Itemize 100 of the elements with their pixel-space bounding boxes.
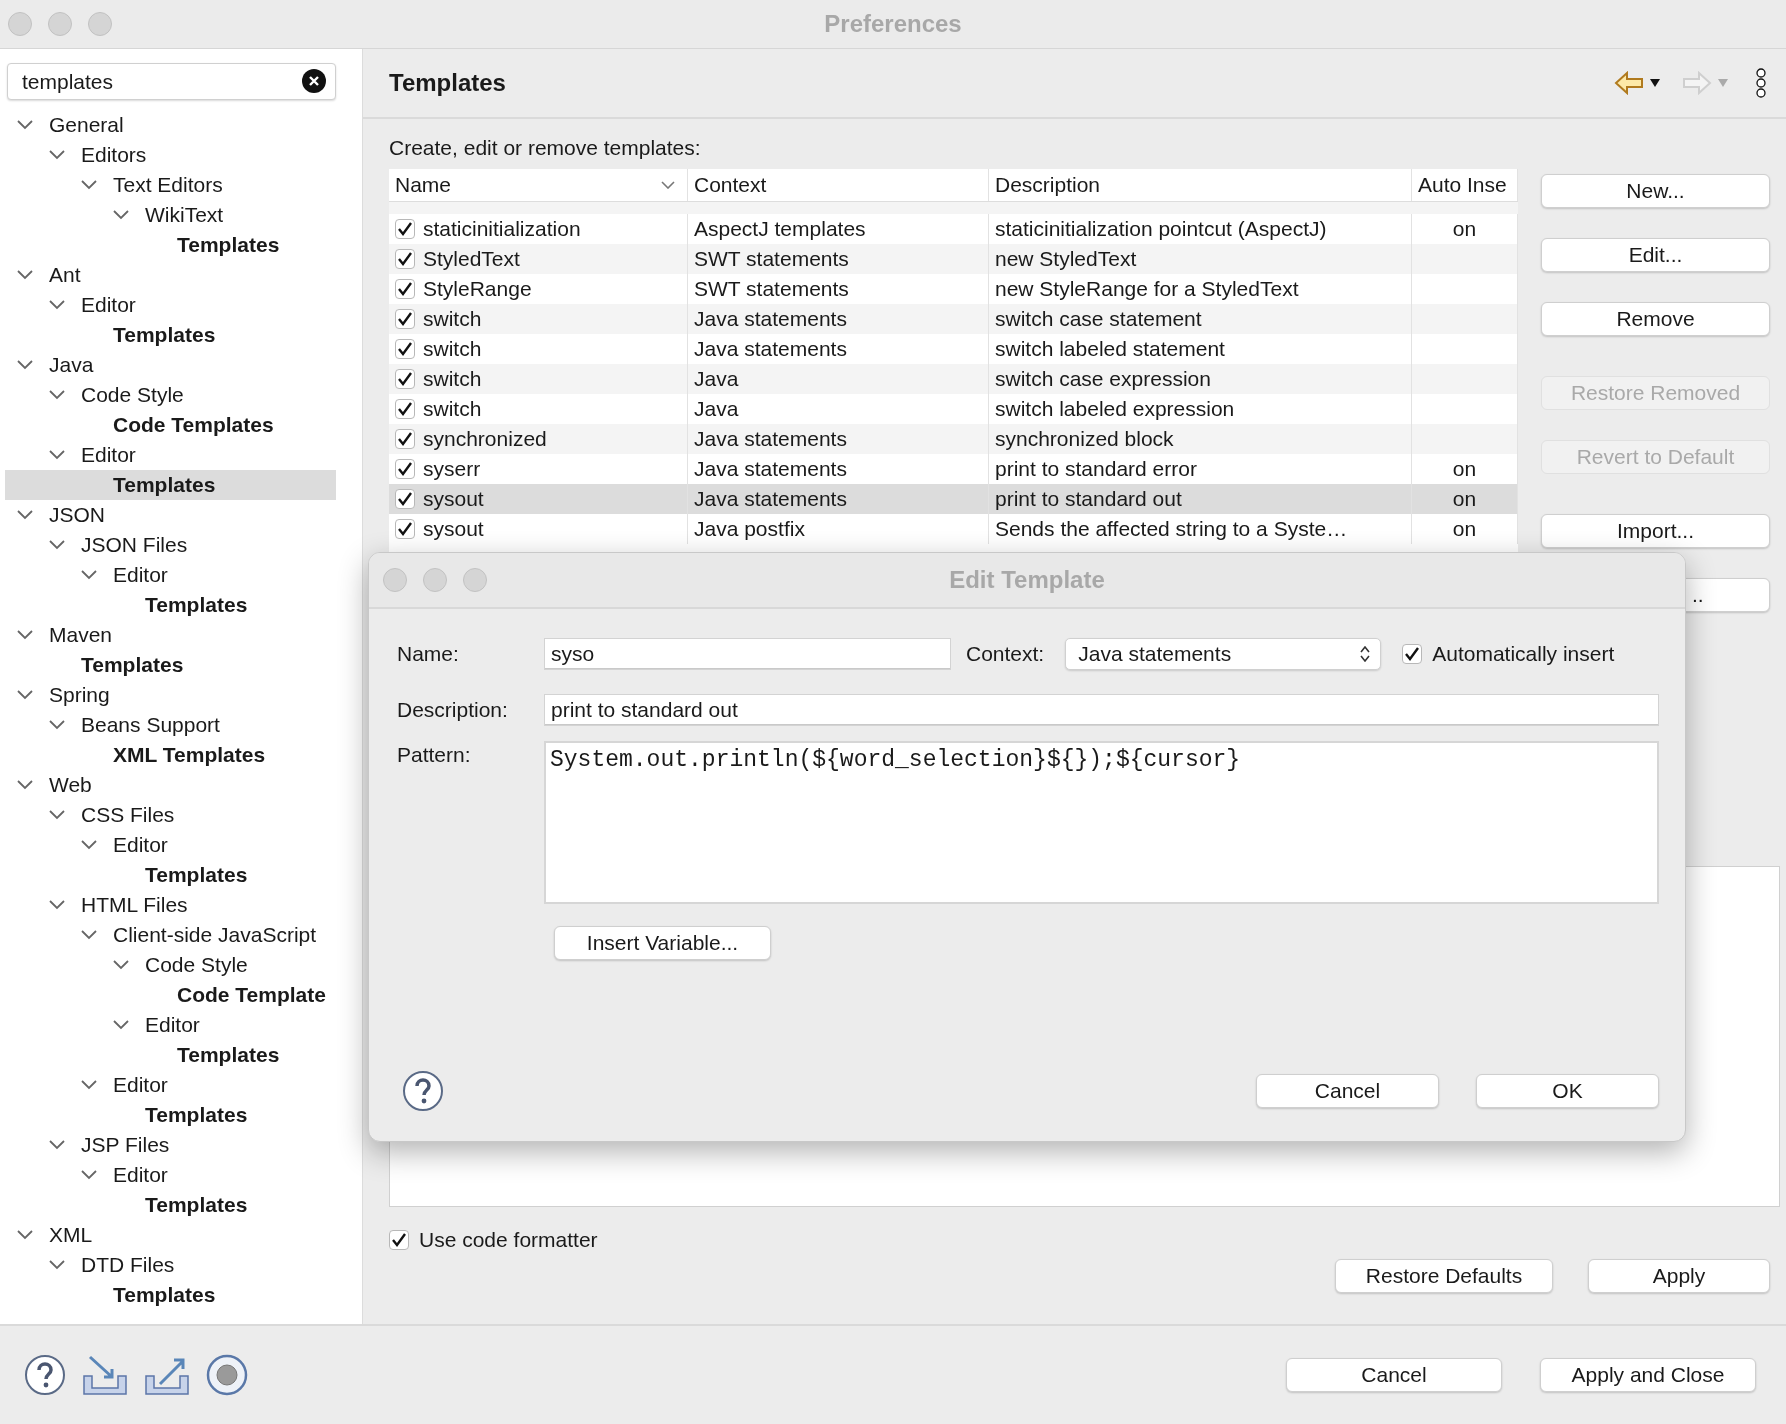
- chevron-icon[interactable]: [81, 930, 97, 940]
- checkbox[interactable]: [395, 429, 415, 449]
- column-header[interactable]: Name: [389, 169, 688, 201]
- clear-search-icon[interactable]: [302, 69, 326, 93]
- table-row[interactable]: switch Java statements switch case statement: [389, 304, 1518, 334]
- chevron-icon[interactable]: [49, 300, 65, 310]
- tree-item[interactable]: Templates: [5, 1100, 336, 1130]
- dialog-button[interactable]: Cancel: [1256, 1074, 1439, 1108]
- page-button[interactable]: Apply: [1588, 1259, 1770, 1293]
- table-row[interactable]: StyledText SWT statements new StyledText: [389, 244, 1518, 274]
- dialog-button[interactable]: Apply and Close: [1540, 1358, 1756, 1392]
- more-menu-icon[interactable]: [1754, 68, 1768, 98]
- dialog-button[interactable]: Cancel: [1286, 1358, 1502, 1392]
- chevron-icon[interactable]: [81, 840, 97, 850]
- tree-item[interactable]: JSON: [5, 500, 336, 530]
- context-select[interactable]: Java statements: [1065, 638, 1382, 670]
- chevron-icon[interactable]: [49, 900, 65, 910]
- checkbox[interactable]: [395, 339, 415, 359]
- tree-item[interactable]: Code Style: [5, 380, 336, 410]
- chevron-icon[interactable]: [49, 1260, 65, 1270]
- search-field[interactable]: templates: [7, 63, 336, 100]
- table-row[interactable]: sysout Java statements print to standard out on: [389, 484, 1518, 514]
- tree-item[interactable]: Editor: [5, 1010, 336, 1040]
- help-icon[interactable]: [402, 1070, 444, 1112]
- chevron-icon[interactable]: [17, 510, 33, 520]
- name-field[interactable]: syso: [544, 638, 951, 670]
- tree-item[interactable]: Code Template: [5, 980, 336, 1010]
- chevron-icon[interactable]: [49, 450, 65, 460]
- checkbox[interactable]: [395, 219, 415, 239]
- table-row[interactable]: synchronized Java statements synchronized block: [389, 424, 1518, 454]
- checkbox[interactable]: [395, 519, 415, 539]
- tree-item[interactable]: Text Editors: [5, 170, 336, 200]
- tree-item[interactable]: Templates: [5, 230, 336, 260]
- chevron-icon[interactable]: [17, 630, 33, 640]
- side-button[interactable]: Remove: [1541, 302, 1770, 336]
- chevron-icon[interactable]: [49, 540, 65, 550]
- checkbox[interactable]: [395, 489, 415, 509]
- tree-item[interactable]: WikiText: [5, 200, 336, 230]
- dropdown-caret-icon[interactable]: [1650, 79, 1660, 87]
- chevron-icon[interactable]: [17, 690, 33, 700]
- tree-item[interactable]: Client-side JavaScript: [5, 920, 336, 950]
- tree-item[interactable]: HTML Files: [5, 890, 336, 920]
- checkbox[interactable]: [395, 459, 415, 479]
- tree-item[interactable]: CSS Files: [5, 800, 336, 830]
- tree-item[interactable]: Editor: [5, 290, 336, 320]
- tree-item[interactable]: Java: [5, 350, 336, 380]
- side-button[interactable]: Edit...: [1541, 238, 1770, 272]
- description-field[interactable]: print to standard out: [544, 694, 1659, 726]
- tree-item[interactable]: Templates: [5, 650, 336, 680]
- tree-item[interactable]: General: [5, 110, 336, 140]
- chevron-icon[interactable]: [113, 1020, 129, 1030]
- chevron-icon[interactable]: [81, 180, 97, 190]
- chevron-icon[interactable]: [17, 1230, 33, 1240]
- chevron-icon[interactable]: [49, 390, 65, 400]
- side-button[interactable]: Import...: [1541, 514, 1770, 548]
- chevron-icon[interactable]: [49, 1140, 65, 1150]
- chevron-icon[interactable]: [49, 810, 65, 820]
- tree-item[interactable]: XML: [5, 1220, 336, 1250]
- chevron-icon[interactable]: [49, 720, 65, 730]
- column-header[interactable]: Context: [688, 169, 989, 201]
- tree-item[interactable]: Templates: [5, 590, 336, 620]
- tree-item[interactable]: Editor: [5, 1070, 336, 1100]
- chevron-icon[interactable]: [81, 1170, 97, 1180]
- tree-item[interactable]: Editor: [5, 440, 336, 470]
- tree-item[interactable]: Beans Support: [5, 710, 336, 740]
- chevron-icon[interactable]: [81, 570, 97, 580]
- tree-item[interactable]: JSON Files: [5, 530, 336, 560]
- tree-item[interactable]: Templates: [5, 1040, 336, 1070]
- checkbox[interactable]: [389, 1230, 409, 1250]
- dialog-button[interactable]: OK: [1476, 1074, 1659, 1108]
- chevron-icon[interactable]: [113, 210, 129, 220]
- tree-item[interactable]: Ant: [5, 260, 336, 290]
- tree-item[interactable]: Templates: [5, 320, 336, 350]
- column-header[interactable]: Auto Inse: [1412, 169, 1518, 201]
- tree-item[interactable]: Editors: [5, 140, 336, 170]
- record-icon[interactable]: [206, 1354, 248, 1396]
- table-row[interactable]: switch Java switch case expression: [389, 364, 1518, 394]
- tree-item[interactable]: Editor: [5, 1160, 336, 1190]
- checkbox[interactable]: [1402, 644, 1423, 664]
- checkbox[interactable]: [395, 249, 415, 269]
- tree-item[interactable]: Editor: [5, 830, 336, 860]
- chevron-icon[interactable]: [17, 120, 33, 130]
- help-icon[interactable]: [24, 1354, 66, 1396]
- chevron-icon[interactable]: [113, 960, 129, 970]
- checkbox[interactable]: [395, 369, 415, 389]
- column-header[interactable]: Description: [989, 169, 1412, 201]
- chevron-icon[interactable]: [81, 1080, 97, 1090]
- tree-item[interactable]: Spring: [5, 680, 336, 710]
- tree-item[interactable]: JSP Files: [5, 1130, 336, 1160]
- chevron-icon[interactable]: [17, 360, 33, 370]
- tree-item[interactable]: Code Templates: [5, 410, 336, 440]
- tree-item[interactable]: Templates: [5, 1280, 336, 1310]
- tree-item[interactable]: DTD Files: [5, 1250, 336, 1280]
- tree-item[interactable]: XML Templates: [5, 740, 336, 770]
- tree-item[interactable]: Code Style: [5, 950, 336, 980]
- import-icon[interactable]: [82, 1354, 128, 1396]
- side-button[interactable]: New...: [1541, 174, 1770, 208]
- checkbox[interactable]: [395, 279, 415, 299]
- tree-item[interactable]: Editor: [5, 560, 336, 590]
- chevron-icon[interactable]: [49, 150, 65, 160]
